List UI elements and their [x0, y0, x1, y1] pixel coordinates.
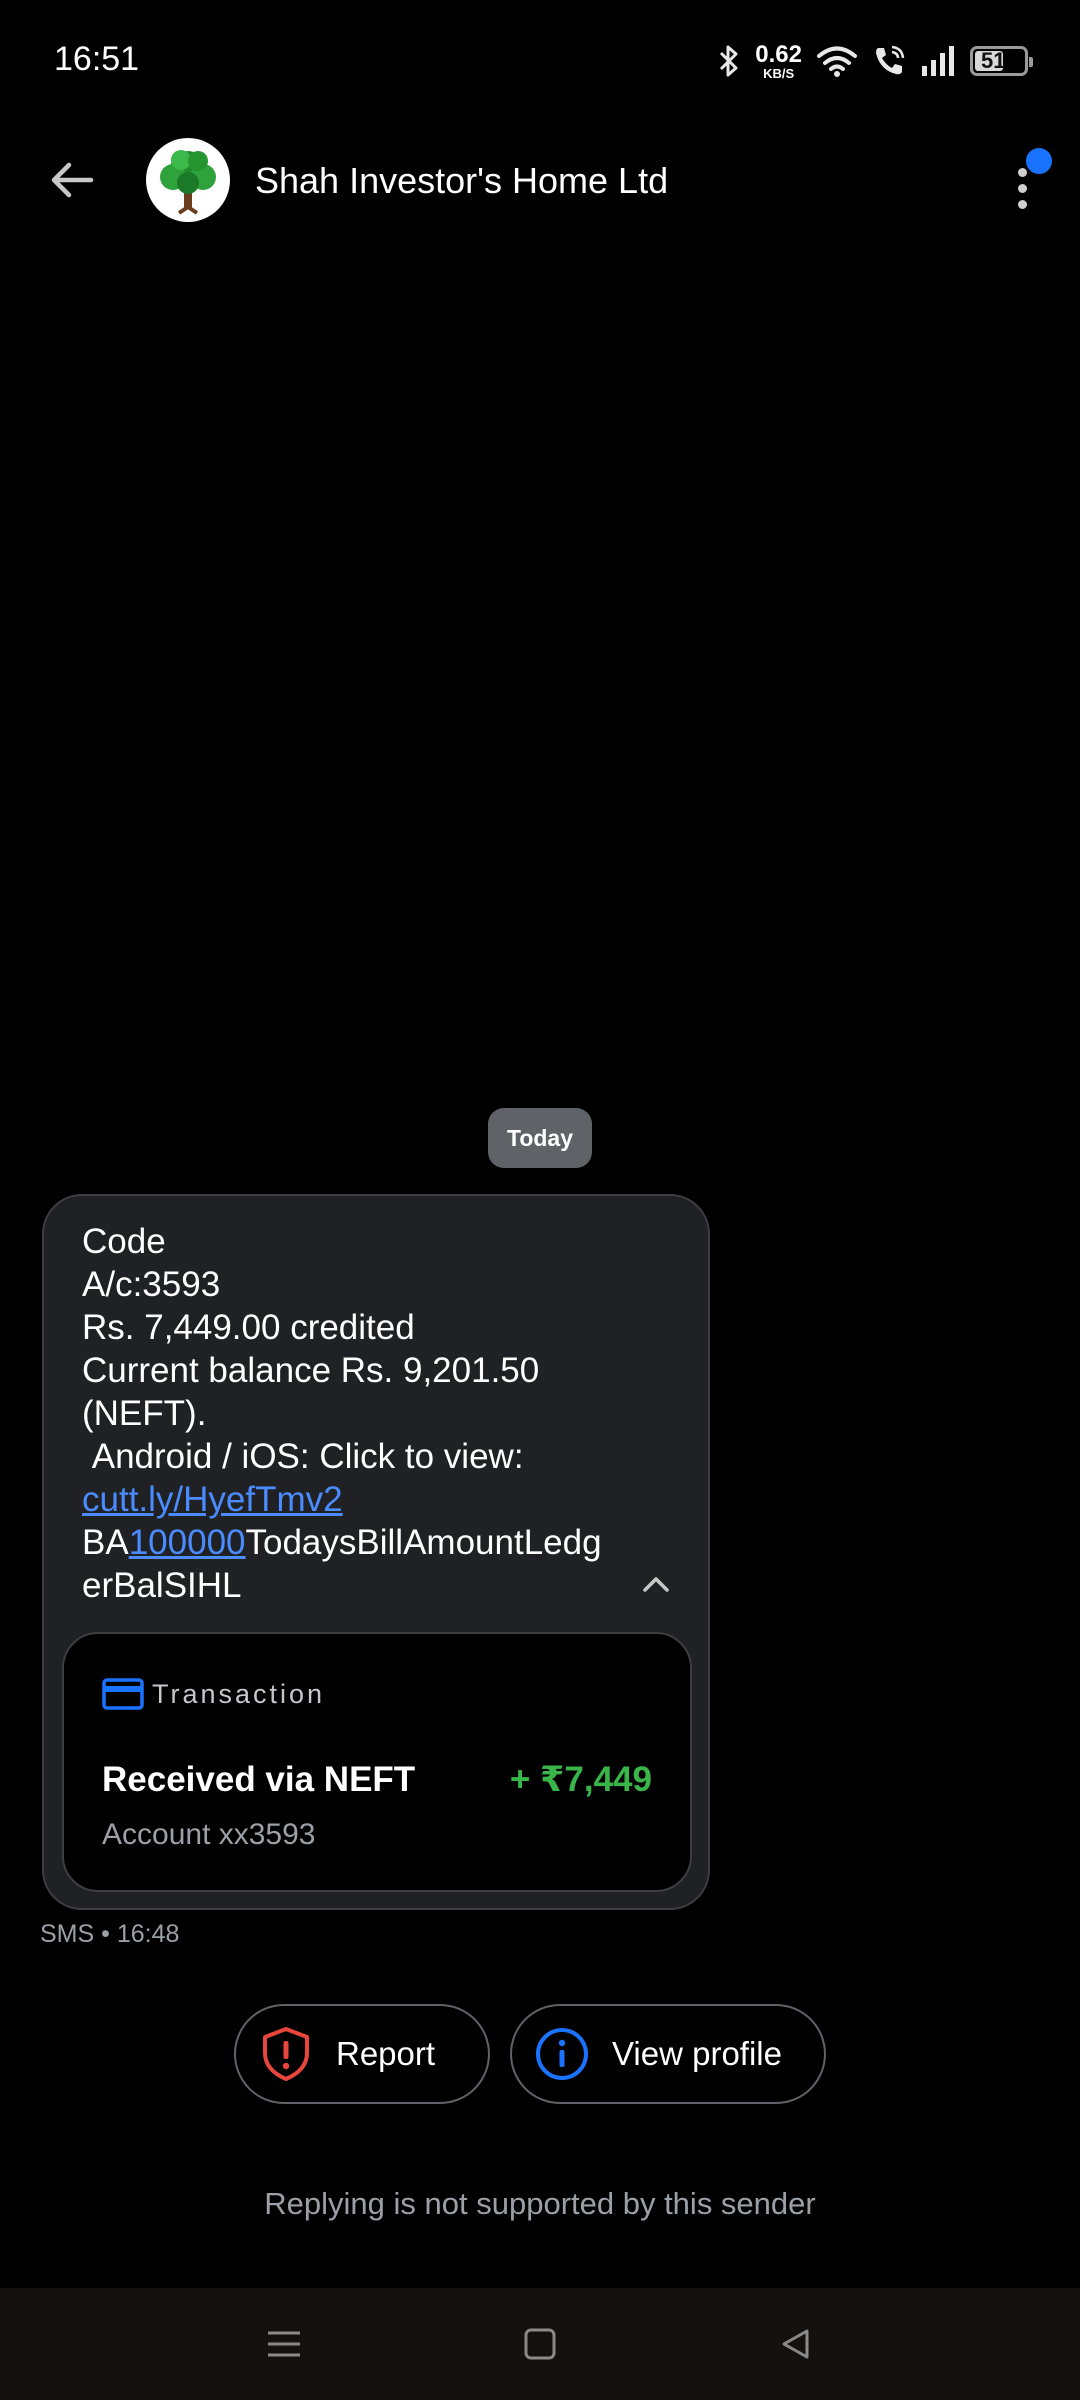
battery-level: 51: [981, 48, 1006, 73]
bluetooth-icon: [720, 45, 738, 77]
message-line: Code: [82, 1222, 166, 1261]
message-bubble[interactable]: Code A/c:3593 Rs. 7,449.00 credited Curr…: [42, 1194, 710, 1910]
status-time: 16:51: [54, 40, 140, 78]
network-speed-value: 0.62: [755, 40, 802, 68]
arrow-left-icon: [51, 162, 94, 198]
message-meta: SMS • 16:48: [40, 1920, 180, 1948]
message-link[interactable]: cutt.ly/HyefTmv2: [82, 1480, 343, 1519]
transaction-header: Transaction: [102, 1678, 325, 1710]
view-profile-button[interactable]: View profile: [510, 2004, 826, 2104]
message-line: (NEFT).: [82, 1394, 207, 1433]
report-label: Report: [336, 2035, 436, 2072]
wifi-icon: [817, 46, 857, 77]
date-chip: Today: [488, 1108, 592, 1168]
message-line: BA: [82, 1523, 129, 1562]
conversation-header: Shah Investor's Home Ltd: [0, 124, 1080, 242]
recent-apps-button[interactable]: [254, 2314, 314, 2374]
home-button[interactable]: [510, 2314, 570, 2374]
message-line: Rs. 7,449.00 credited: [82, 1308, 415, 1347]
back-triangle-icon: [782, 2329, 809, 2359]
wifi-calling-icon: [876, 45, 905, 75]
navigation-bar: [0, 2288, 1080, 2400]
menu-icon: [268, 2331, 300, 2357]
shield-alert-icon: [258, 2026, 314, 2082]
report-button[interactable]: Report: [234, 2004, 490, 2104]
message-number-link[interactable]: 100000: [129, 1523, 246, 1562]
signal-icon: [922, 46, 954, 76]
status-bar: 16:51 0.62 KB/S 51: [0, 0, 1080, 124]
message-line: TodaysBillAmountLedg: [245, 1523, 602, 1562]
back-button[interactable]: [38, 146, 106, 214]
system-back-button[interactable]: [766, 2314, 826, 2374]
tree-icon: [160, 150, 216, 215]
sender-avatar[interactable]: [146, 138, 230, 222]
network-speed-unit: KB/S: [763, 65, 795, 81]
home-icon: [524, 2328, 556, 2360]
transaction-label: Transaction: [152, 1678, 326, 1709]
view-profile-label: View profile: [612, 2035, 782, 2072]
more-dot: [1018, 200, 1027, 209]
reply-not-supported-note: Replying is not supported by this sender: [264, 2186, 816, 2221]
more-dot: [1018, 184, 1027, 193]
message-line: erBalSIHL: [82, 1566, 242, 1605]
more-dot: [1018, 168, 1027, 177]
network-speed: 0.62 KB/S: [755, 40, 802, 81]
transaction-card[interactable]: Transaction Received via NEFT + ₹7,449 A…: [62, 1632, 692, 1892]
message-line: Current balance Rs. 9,201.50: [82, 1351, 540, 1390]
status-icons: 0.62 KB/S 51: [717, 38, 1033, 84]
collapse-button[interactable]: [636, 1564, 676, 1604]
credit-card-icon: [102, 1678, 144, 1710]
sender-name[interactable]: Shah Investor's Home Ltd: [255, 160, 668, 202]
message-line: A/c:3593: [82, 1265, 221, 1304]
more-options-button[interactable]: [1004, 148, 1052, 214]
info-icon: [534, 2026, 590, 2082]
battery-icon: 51: [970, 46, 1033, 76]
message-text: Code A/c:3593 Rs. 7,449.00 credited Curr…: [82, 1220, 692, 1607]
chevron-up-icon: [643, 1577, 669, 1592]
transaction-title: Received via NEFT: [102, 1760, 416, 1799]
notification-dot: [1026, 148, 1052, 174]
transaction-account: Account xx3593: [102, 1818, 316, 1851]
transaction-amount: + ₹7,449: [509, 1760, 652, 1799]
message-line: Android / iOS: Click to view:: [82, 1437, 524, 1476]
